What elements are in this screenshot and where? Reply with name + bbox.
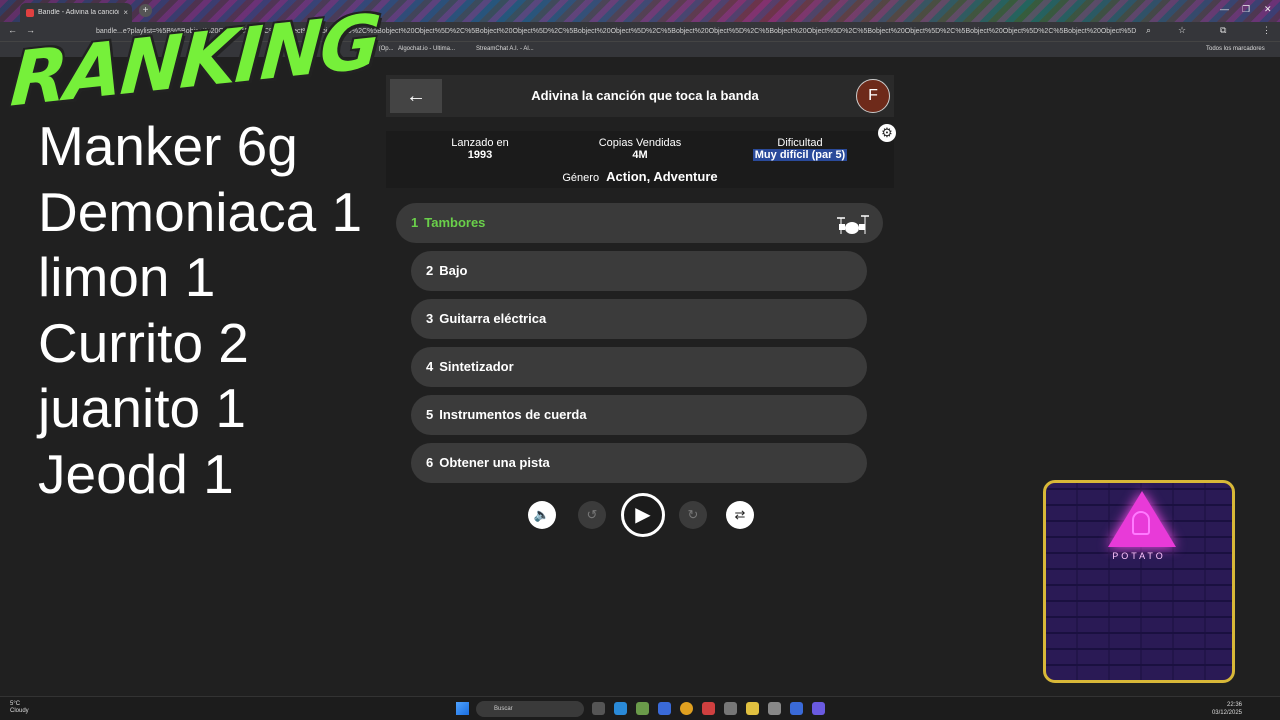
clue-number: 3: [426, 311, 434, 326]
copies-info: Copias Vendidas 4M: [570, 137, 710, 161]
app-icon[interactable]: [790, 702, 803, 715]
new-tab-button[interactable]: +: [139, 4, 152, 17]
clue-label: Sintetizador: [439, 359, 514, 374]
maximize-icon[interactable]: ❐: [1242, 4, 1250, 15]
ghost-icon: [1132, 511, 1150, 535]
clue-number: 6: [426, 455, 434, 470]
song-info-panel: Lanzado en 1993 Copias Vendidas 4M Dific…: [386, 131, 894, 188]
taskbar: 5°C Cloudy Buscar 22:36 03/12/2025: [0, 696, 1280, 720]
game-icon[interactable]: [702, 702, 715, 715]
released-info: Lanzado en 1993: [410, 137, 550, 161]
close-window-icon[interactable]: ✕: [1264, 4, 1272, 15]
difficulty-value: Muy difícil (par 5): [752, 149, 848, 161]
webcam-overlay: POTATO: [1043, 480, 1235, 683]
ranking-entry: Jeodd 1: [38, 442, 234, 505]
discord-icon[interactable]: [812, 702, 825, 715]
ranking-entry: Demoniaca 1: [38, 180, 363, 243]
back-button[interactable]: ←: [390, 79, 442, 113]
clue-item-bass[interactable]: 2 Bajo: [411, 251, 867, 291]
weather-condition: Cloudy: [10, 708, 29, 714]
clue-number: 1: [411, 215, 419, 230]
released-label: Lanzado en: [451, 137, 509, 149]
gear-icon[interactable]: ⚙: [878, 124, 896, 142]
clock-time: 22:36: [1226, 702, 1242, 708]
app-icon[interactable]: [724, 702, 737, 715]
difficulty-label: Dificultad: [777, 137, 823, 149]
edge-icon[interactable]: [614, 702, 627, 715]
close-tab-icon[interactable]: ×: [123, 8, 132, 17]
genre-info: Género Action, Adventure: [386, 169, 894, 184]
taskbar-clock[interactable]: 22:36 03/12/2025: [1212, 701, 1242, 717]
back-nav-icon[interactable]: ←: [8, 25, 17, 35]
play-button[interactable]: ▶: [621, 493, 665, 537]
weather-temp: 5°C: [10, 701, 21, 707]
clue-item-electric-guitar[interactable]: 3 Guitarra eléctrica: [411, 299, 867, 339]
windows-start-icon[interactable]: [456, 702, 469, 715]
ranking-entry: limon 1: [38, 246, 216, 308]
app-header: ← Adivina la canción que toca la banda F: [386, 75, 894, 117]
folder-icon[interactable]: [746, 702, 759, 715]
copies-label: Copias Vendidas: [598, 137, 682, 149]
genre-value: Action, Adventure: [606, 169, 718, 184]
minimize-icon[interactable]: —: [1220, 4, 1229, 14]
clue-item-strings[interactable]: 5 Instrumentos de cuerda: [411, 395, 867, 435]
difficulty-info: Dificultad Muy difícil (par 5): [730, 137, 870, 161]
clue-item-synth[interactable]: 4 Sintetizador: [411, 347, 867, 387]
app-icon[interactable]: [636, 702, 649, 715]
drum-kit-icon: [837, 215, 869, 234]
tab-title: Bandle - Adivina la canción, un: [38, 9, 119, 16]
ranking-list: Manker 6g Demoniaca 1 limon 1 Currito 2 …: [38, 114, 362, 507]
chrome-icon[interactable]: [680, 702, 693, 715]
app-icon[interactable]: [658, 702, 671, 715]
bookmark-item[interactable]: StreamChat A.I. - Al...: [476, 46, 534, 52]
taskbar-search[interactable]: Buscar: [476, 701, 584, 717]
released-value: 1993: [467, 149, 493, 161]
clue-item-drums[interactable]: 1 Tambores: [396, 203, 883, 243]
task-view-icon[interactable]: [592, 702, 605, 715]
genre-label: Género: [562, 172, 600, 184]
clue-label: Bajo: [439, 263, 468, 278]
webcam-label: POTATO: [1112, 551, 1166, 561]
bookmarks-folder[interactable]: Todos los marcadores: [1206, 46, 1265, 52]
zoom-icon[interactable]: ⌕: [1146, 25, 1151, 36]
volume-icon[interactable]: 🔈: [528, 501, 556, 529]
menu-icon[interactable]: ⋮: [1262, 25, 1271, 36]
clue-item-hint[interactable]: 6 Obtener una pista: [411, 443, 867, 483]
browser-tab[interactable]: Bandle - Adivina la canción, un ×: [20, 3, 132, 22]
app-icon[interactable]: [768, 702, 781, 715]
ranking-entry: juanito 1: [38, 377, 246, 439]
bandle-favicon-icon: [26, 8, 34, 17]
extensions-icon[interactable]: ⧉: [1220, 25, 1226, 36]
clock-date: 03/12/2025: [1211, 710, 1242, 716]
clue-label: Instrumentos de cuerda: [439, 407, 587, 422]
avatar[interactable]: F: [856, 79, 890, 113]
clue-number: 5: [426, 407, 434, 422]
clue-label: Guitarra eléctrica: [439, 311, 547, 326]
clue-label: Tambores: [424, 215, 486, 230]
bookmark-item[interactable]: Algochat.io - Ultima...: [398, 46, 455, 52]
forward-icon[interactable]: ↻: [679, 501, 707, 529]
clue-label: Obtener una pista: [439, 455, 550, 470]
shuffle-icon[interactable]: ⇄: [726, 501, 754, 529]
forward-nav-icon[interactable]: →: [26, 25, 35, 35]
bookmark-star-icon[interactable]: ☆: [1178, 25, 1186, 36]
rewind-icon[interactable]: ↺: [578, 501, 606, 529]
ranking-entry: Currito 2: [38, 311, 249, 374]
clue-number: 4: [426, 359, 434, 374]
page-title: Adivina la canción que toca la banda: [531, 88, 759, 103]
weather-widget[interactable]: 5°C Cloudy: [10, 701, 29, 715]
copies-value: 4M: [632, 149, 648, 161]
ranking-entry: Manker 6g: [38, 115, 298, 177]
clue-number: 2: [426, 263, 434, 278]
